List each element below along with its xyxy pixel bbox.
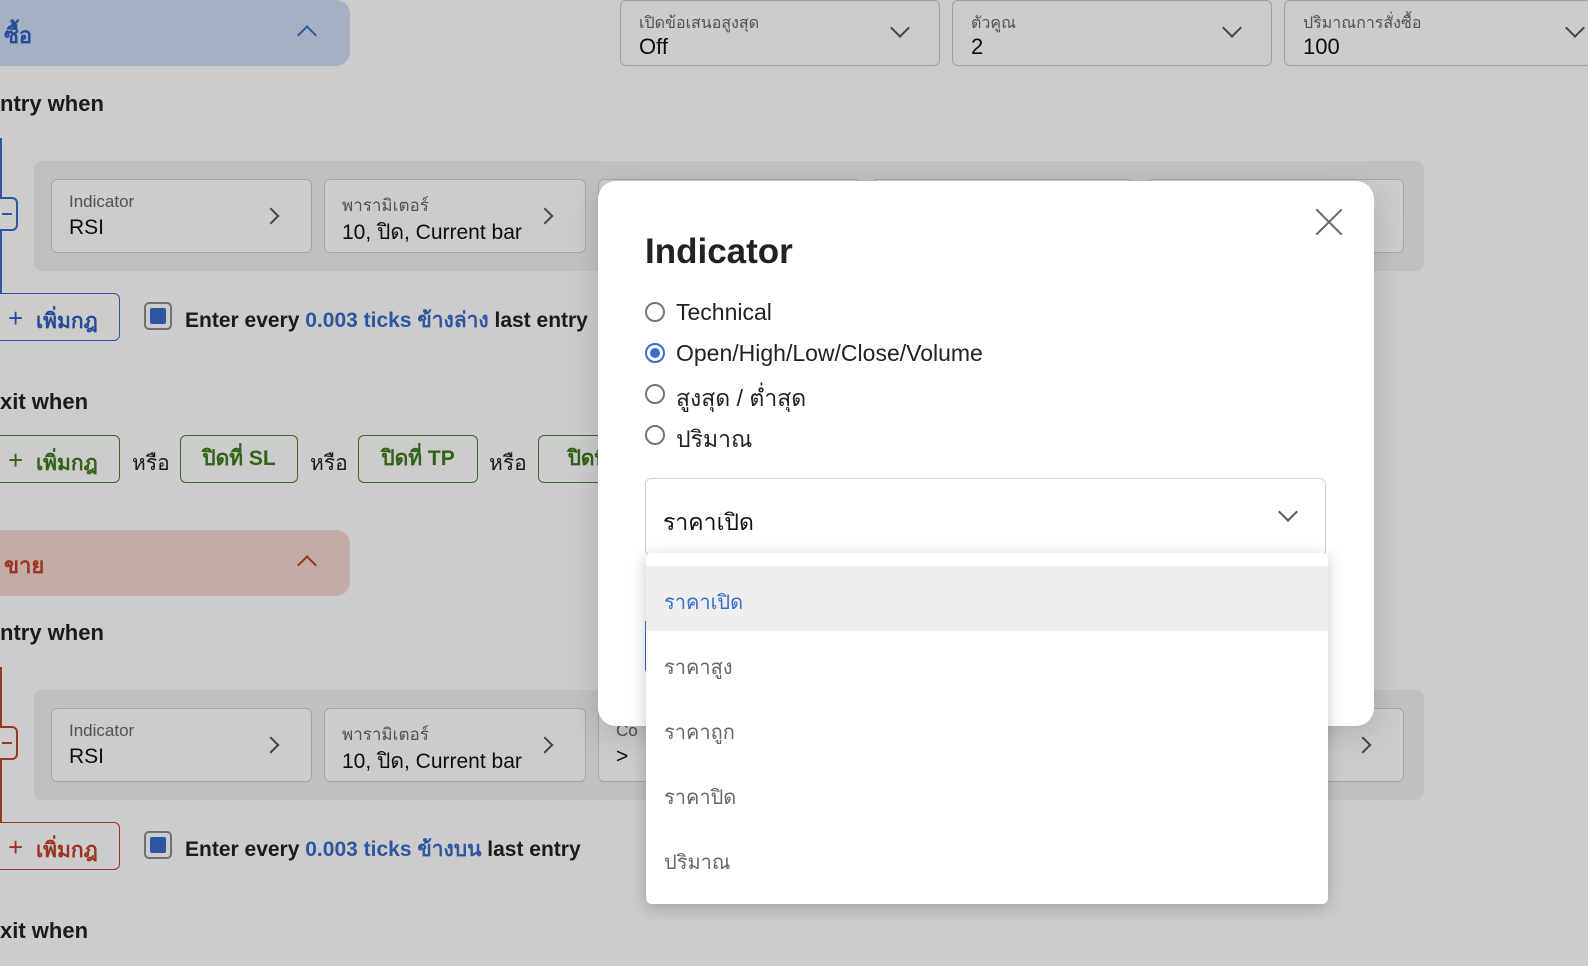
price-type-select[interactable]: ราคาเปิด — [645, 478, 1326, 556]
dropdown-option[interactable]: ปริมาณ — [646, 826, 1328, 891]
option-label: ราคาถูก — [664, 722, 735, 744]
radio-technical[interactable]: Technical — [645, 299, 1145, 329]
option-label: ราคาปิด — [664, 787, 737, 809]
radio-label: Technical — [676, 299, 772, 325]
radio-high-low[interactable]: สูงสุด / ต่ำสุด — [645, 381, 1145, 411]
option-label: ราคาเปิด — [664, 592, 744, 614]
close-icon[interactable] — [1314, 207, 1344, 237]
radio-icon[interactable] — [645, 384, 665, 404]
option-label: ราคาสูง — [664, 657, 733, 679]
radio-icon[interactable] — [645, 425, 665, 445]
radio-volume[interactable]: ปริมาณ — [645, 422, 1145, 452]
option-label: ปริมาณ — [664, 852, 731, 874]
dropdown-option[interactable]: ราคาเปิด — [646, 566, 1328, 631]
modal-title: Indicator — [645, 232, 793, 271]
radio-icon[interactable] — [645, 343, 665, 363]
radio-label: Open/High/Low/Close/Volume — [676, 340, 983, 366]
radio-ohlcv[interactable]: Open/High/Low/Close/Volume — [645, 340, 1145, 370]
radio-label: ปริมาณ — [676, 426, 753, 452]
dropdown-option[interactable]: ราคาถูก — [646, 696, 1328, 761]
chevron-down-icon — [1278, 502, 1298, 522]
dropdown-option[interactable]: ราคาสูง — [646, 631, 1328, 696]
select-value: ราคาเปิด — [663, 509, 754, 535]
dropdown-option[interactable]: ราคาปิด — [646, 761, 1328, 826]
radio-label: สูงสุด / ต่ำสุด — [676, 385, 807, 411]
radio-icon[interactable] — [645, 302, 665, 322]
price-type-dropdown: ราคาเปิด ราคาสูง ราคาถูก ราคาปิด ปริมาณ — [646, 553, 1328, 904]
